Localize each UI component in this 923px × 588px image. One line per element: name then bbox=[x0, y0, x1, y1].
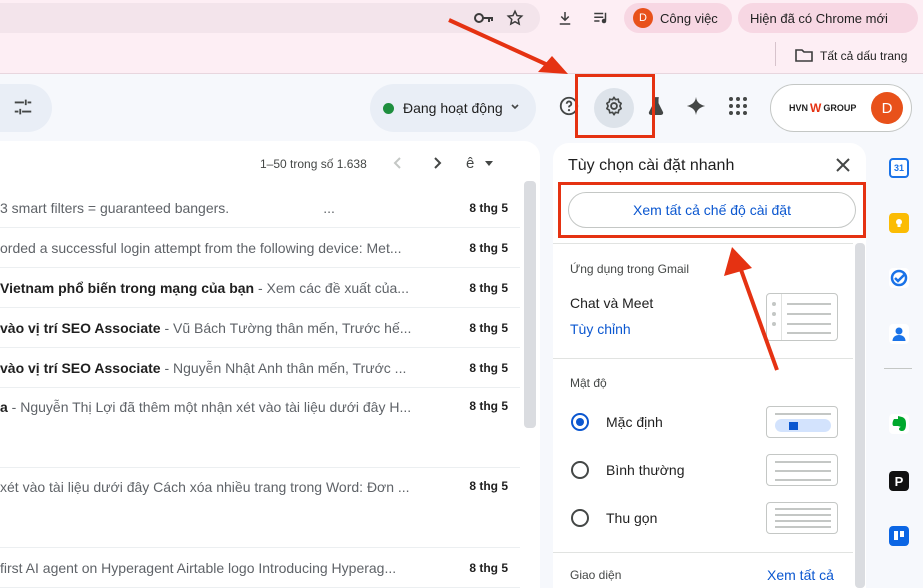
annotation-arrows bbox=[448, 18, 779, 371]
annotation-arrow-to-see-all bbox=[724, 247, 779, 371]
annotation-arrow-to-settings bbox=[448, 18, 568, 74]
